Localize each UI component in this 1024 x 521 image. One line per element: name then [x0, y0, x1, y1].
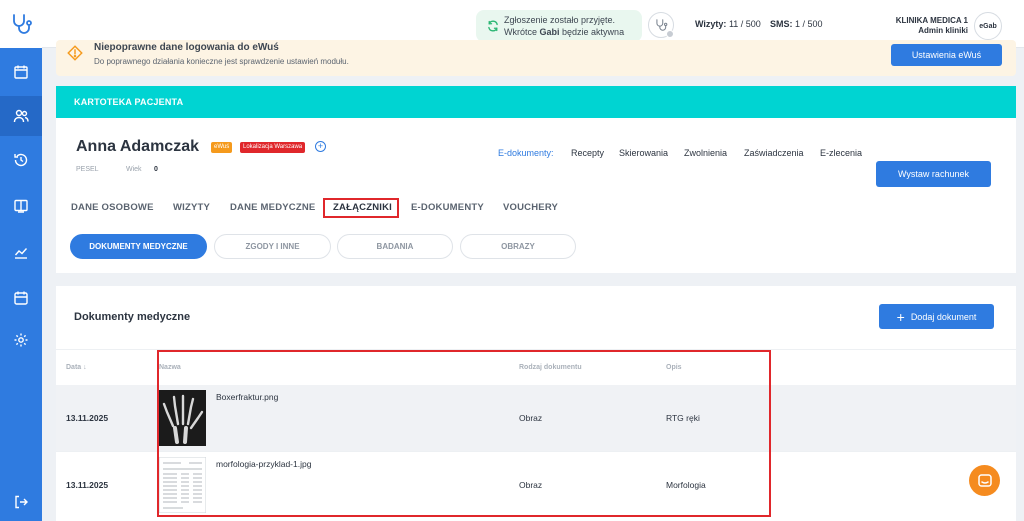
- calendar-icon: [14, 65, 28, 79]
- patient-card-header: KARTOTEKA PACJENTA: [56, 86, 1016, 118]
- refresh-icon: [488, 20, 498, 32]
- edoc-link-ezlecenia[interactable]: E-zlecenia: [820, 148, 862, 158]
- warning-description: Do poprawnego działania konieczne jest s…: [94, 57, 349, 66]
- sidebar-item-calendar[interactable]: [0, 52, 42, 92]
- plus-icon: +: [896, 308, 905, 325]
- subtab-tests[interactable]: BADANIA: [337, 234, 453, 259]
- stethoscope-button[interactable]: [648, 12, 674, 38]
- sidebar-item-settings[interactable]: [0, 320, 42, 360]
- tab-vouchers[interactable]: VOUCHERY: [503, 202, 558, 213]
- subtab-images[interactable]: OBRAZY: [460, 234, 576, 259]
- sidebar-item-schedule[interactable]: [0, 278, 42, 318]
- tab-personal-data[interactable]: DANE OSOBOWE: [71, 202, 154, 213]
- pesel-label: PESEL: [76, 166, 99, 173]
- sidebar-item-documents[interactable]: [0, 186, 42, 226]
- sidebar-item-statistics[interactable]: [0, 232, 42, 272]
- notification-line-1: Zgłoszenie zostało przyjęte.: [504, 15, 616, 25]
- chart-line-icon: [14, 248, 28, 259]
- app-logo[interactable]: [0, 0, 42, 48]
- add-document-label: Dodaj dokument: [910, 311, 977, 322]
- users-icon: [13, 109, 29, 123]
- add-document-button[interactable]: + Dodaj dokument: [879, 304, 994, 329]
- row-date: 13.11.2025: [66, 480, 109, 490]
- visits-counter: Wizyty: 11 / 500: [695, 19, 761, 29]
- gear-icon: [14, 333, 28, 347]
- sms-counter: SMS: 1 / 500: [770, 19, 823, 29]
- sort-down-icon: ↓: [83, 364, 87, 371]
- issue-bill-button[interactable]: Wystaw rachunek: [876, 161, 991, 187]
- avatar[interactable]: eGab: [974, 12, 1002, 40]
- logout-icon: [15, 495, 28, 509]
- sidebar: [0, 0, 42, 521]
- sidebar-item-logout[interactable]: [0, 482, 42, 521]
- patient-name: Anna Adamczak: [76, 138, 199, 155]
- calendar-box-icon: [14, 291, 28, 305]
- edoc-link-recepty[interactable]: Recepty: [571, 148, 604, 158]
- edocuments-label: E-dokumenty:: [498, 148, 554, 158]
- history-icon: [14, 153, 28, 167]
- patient-card: Anna Adamczak eWuś Lokalizacja Warszawa …: [56, 118, 1016, 273]
- tab-medical-data[interactable]: DANE MEDYCZNE: [230, 202, 315, 213]
- age-value: 0: [154, 166, 158, 173]
- subtab-medical-documents[interactable]: DOKUMENTY MEDYCZNE: [70, 234, 207, 259]
- ewus-warning-banner: Niepoprawne dane logowania do eWuś Do po…: [56, 40, 1016, 76]
- age-label: Wiek: [126, 166, 142, 173]
- edoc-link-zwolnienia[interactable]: Zwolnienia: [684, 148, 727, 158]
- tab-edocuments[interactable]: E-DOKUMENTY: [411, 202, 484, 213]
- sidebar-item-history[interactable]: [0, 140, 42, 180]
- location-badge: Lokalizacja Warszawa: [240, 142, 306, 153]
- column-date[interactable]: Data ↓: [66, 364, 87, 371]
- tab-visits[interactable]: WIZYTY: [173, 202, 210, 213]
- tab-highlight-box: [323, 198, 399, 218]
- ewus-badge: eWuś: [211, 142, 233, 153]
- chat-button[interactable]: [969, 465, 1000, 496]
- edoc-link-zaswiadczenia[interactable]: Zaświadczenia: [744, 148, 804, 158]
- warning-icon: [67, 45, 83, 61]
- stethoscope-logo-icon: [13, 14, 32, 34]
- warning-title: Niepoprawne dane logowania do eWuś: [94, 42, 279, 53]
- table-highlight-box: [157, 350, 771, 517]
- notification-line-2: Wkrótce Gabi będzie aktywna: [504, 27, 625, 37]
- add-badge-icon[interactable]: +: [315, 141, 326, 152]
- edoc-link-skierowania[interactable]: Skierowania: [619, 148, 668, 158]
- ewus-settings-button[interactable]: Ustawienia eWuś: [891, 44, 1002, 66]
- clinic-info: KLINIKA MEDICA 1 Admin kliniki: [872, 16, 968, 36]
- row-date: 13.11.2025: [66, 413, 109, 423]
- documents-title: Dokumenty medyczne: [74, 311, 191, 323]
- gabi-notification: Zgłoszenie zostało przyjęte. Wkrótce Gab…: [476, 10, 642, 42]
- status-dot: [666, 30, 674, 38]
- chat-icon: [977, 473, 992, 487]
- sidebar-item-patients[interactable]: [0, 96, 42, 136]
- user-role: Admin kliniki: [918, 26, 968, 35]
- book-icon: [14, 199, 28, 213]
- subtab-consents[interactable]: ZGODY I INNE: [214, 234, 331, 259]
- clinic-name: KLINIKA MEDICA 1: [895, 16, 968, 25]
- stethoscope-icon: [656, 19, 668, 31]
